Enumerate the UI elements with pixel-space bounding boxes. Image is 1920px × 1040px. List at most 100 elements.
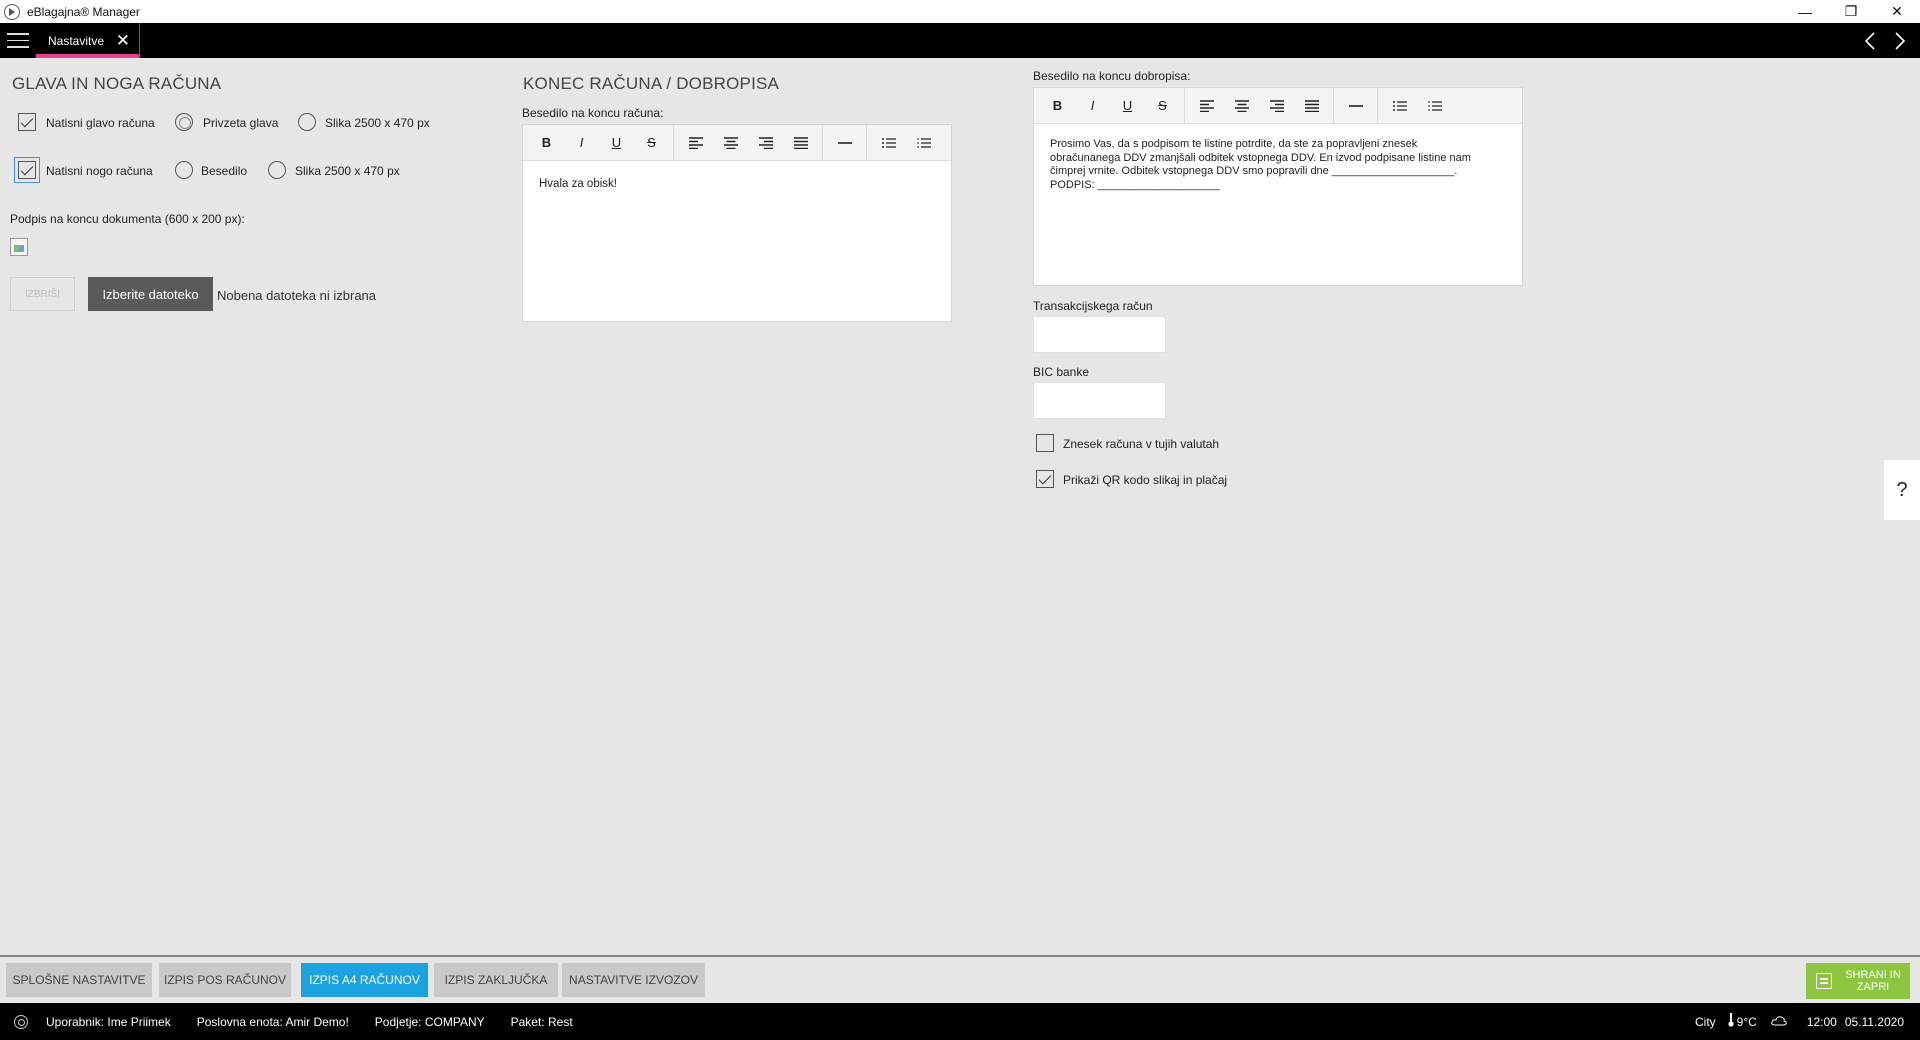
chevron-left-icon[interactable] — [1864, 31, 1876, 51]
underline-button[interactable]: U — [1110, 88, 1145, 124]
delete-button[interactable]: IZBRIŠI — [10, 277, 75, 311]
print-header-label: Natisni glavo računa — [46, 116, 155, 130]
credit-text-content[interactable]: Prosimo Vas, da s podpisom te listine po… — [1034, 124, 1522, 206]
editor-toolbar: B I U S — [523, 124, 951, 161]
section-title-invoice-end: KONEC RAČUNA / DOBROPISA — [523, 74, 780, 93]
app-logo-icon — [4, 3, 20, 20]
print-footer-label: Natisni nogo računa — [46, 164, 153, 178]
toolbar-separator — [1333, 87, 1334, 124]
align-justify-icon[interactable] — [1294, 88, 1329, 124]
status-business-unit: Poslovna enota: Amir Demo! — [196, 1014, 349, 1029]
footer-text-radio[interactable] — [175, 161, 193, 179]
title-bar: eBlagajna® Manager — ❐ ✕ — [0, 0, 1920, 23]
italic-button[interactable]: I — [1075, 88, 1110, 124]
align-justify-icon[interactable] — [783, 125, 818, 161]
header-image-radio[interactable] — [298, 113, 316, 131]
status-user: Uporabnik: Ime Priimek — [46, 1014, 171, 1029]
align-right-icon[interactable] — [1259, 88, 1294, 124]
tab-bar: Nastavitve ✕ — [0, 23, 1920, 58]
restore-button[interactable]: ❐ — [1828, 0, 1874, 23]
foreign-currency-label: Znesek računa v tujih valutah — [1063, 437, 1220, 451]
invoice-text-content[interactable]: Hvala za obisk! — [523, 161, 951, 205]
footer-text-label: Besedilo — [201, 164, 248, 178]
horizontal-rule-icon[interactable] — [1338, 88, 1373, 124]
toolbar-separator — [1184, 87, 1185, 124]
tab-nastavitve[interactable]: Nastavitve ✕ — [36, 23, 140, 58]
credit-text-editor: B I U S Prosimo Vas, da s podpisom te li… — [1033, 87, 1523, 286]
no-file-text: Nobena datoteka ni izbrana — [217, 288, 377, 303]
status-date: 05.11.2020 — [1844, 1014, 1904, 1029]
close-window-button[interactable]: ✕ — [1874, 0, 1920, 23]
bic-input[interactable] — [1033, 382, 1166, 419]
align-left-icon[interactable] — [1189, 88, 1224, 124]
status-package: Paket: Rest — [510, 1014, 573, 1029]
qr-code-label: Prikaži QR kodo slikaj in plačaj — [1063, 473, 1228, 487]
qr-code-checkbox[interactable] — [1036, 470, 1054, 488]
align-left-icon[interactable] — [678, 125, 713, 161]
numbered-list-icon[interactable] — [906, 125, 941, 161]
footer-image-label: Slika 2500 x 470 px — [295, 164, 400, 178]
underline-button[interactable]: U — [599, 125, 634, 161]
save-and-close-button[interactable]: SHRANI IN ZAPRI — [1806, 963, 1910, 999]
toolbar-separator — [1377, 87, 1378, 124]
print-header-checkbox[interactable] — [18, 113, 36, 131]
strikethrough-button[interactable]: S — [634, 125, 669, 161]
bullet-list-icon[interactable] — [1382, 88, 1417, 124]
status-bar: Uporabnik: Ime Priimek Poslovna enota: A… — [0, 1003, 1920, 1040]
footer-image-radio[interactable] — [268, 161, 286, 179]
status-city: City — [1694, 1014, 1716, 1029]
numbered-list-icon[interactable] — [1417, 88, 1452, 124]
credit-text-label: Besedilo na koncu dobropisa: — [1033, 69, 1191, 83]
print-footer-checkbox[interactable] — [14, 157, 40, 183]
status-logo-icon — [14, 1014, 28, 1029]
save-icon — [1816, 973, 1832, 989]
toolbar-separator — [866, 124, 867, 161]
signature-label: Podpis na koncu dokumenta (600 x 200 px)… — [10, 212, 245, 226]
tab-closing-report[interactable]: IZPIS ZAKLJUČKA — [434, 963, 558, 997]
toolbar-separator — [673, 124, 674, 161]
horizontal-rule-icon[interactable] — [827, 125, 862, 161]
bullet-list-icon[interactable] — [871, 125, 906, 161]
status-right-group: City 9°C 12:00 05.11.2020 — [1681, 1013, 1920, 1030]
foreign-currency-checkbox[interactable] — [1036, 434, 1054, 452]
invoice-text-label: Besedilo na koncu računa: — [522, 106, 664, 120]
tab-pos-receipts[interactable]: IZPIS POS RAČUNOV — [159, 963, 291, 997]
chevron-right-icon[interactable] — [1894, 31, 1906, 51]
save-button-label: SHRANI IN ZAPRI — [1845, 969, 1901, 993]
help-button[interactable]: ? — [1884, 460, 1920, 520]
header-default-radio[interactable] — [175, 113, 193, 131]
section-title-head-foot: GLAVA IN NOGA RAČUNA — [12, 74, 222, 93]
thermometer-icon — [1728, 1013, 1734, 1030]
strikethrough-button[interactable]: S — [1145, 88, 1180, 124]
choose-file-button[interactable]: Izberite datoteko — [88, 277, 213, 311]
editor-toolbar: B I U S — [1034, 87, 1522, 124]
bold-button[interactable]: B — [1040, 88, 1075, 124]
tab-export-settings[interactable]: NASTAVITVE IZVOZOV — [562, 963, 705, 997]
bold-button[interactable]: B — [529, 125, 564, 161]
bic-label: BIC banke — [1033, 365, 1090, 379]
cloud-icon — [1771, 1015, 1787, 1029]
window-controls: — ❐ ✕ — [1782, 0, 1920, 23]
header-default-label: Privzeta glava — [203, 116, 279, 130]
app-title: eBlagajna® Manager — [27, 4, 140, 19]
tab-close-icon[interactable]: ✕ — [116, 31, 130, 51]
status-company: Podjetje: COMPANY — [374, 1014, 485, 1029]
tab-general-settings[interactable]: SPLOŠNE NASTAVITVE — [6, 963, 152, 997]
hamburger-menu-icon[interactable] — [0, 23, 36, 58]
tab-navigation — [1864, 23, 1920, 58]
invoice-text-editor: B I U S Hvala za obisk! — [522, 124, 952, 322]
header-image-label: Slika 2500 x 470 px — [325, 116, 430, 130]
tab-a4-invoices[interactable]: IZPIS A4 RAČUNOV — [301, 963, 428, 997]
status-time: 12:00 — [1806, 1014, 1837, 1029]
italic-button[interactable]: I — [564, 125, 599, 161]
status-temperature: 9°C — [1736, 1014, 1757, 1029]
align-center-icon[interactable] — [1224, 88, 1259, 124]
signature-image-icon — [10, 238, 28, 256]
align-center-icon[interactable] — [713, 125, 748, 161]
bottom-tab-bar: SPLOŠNE NASTAVITVE IZPIS POS RAČUNOV IZP… — [0, 955, 1920, 1003]
align-right-icon[interactable] — [748, 125, 783, 161]
transaction-account-label: Transakcijskega račun — [1033, 299, 1153, 313]
transaction-account-input[interactable] — [1033, 316, 1166, 353]
tab-label: Nastavitve — [48, 33, 105, 48]
minimize-button[interactable]: — — [1782, 0, 1828, 23]
